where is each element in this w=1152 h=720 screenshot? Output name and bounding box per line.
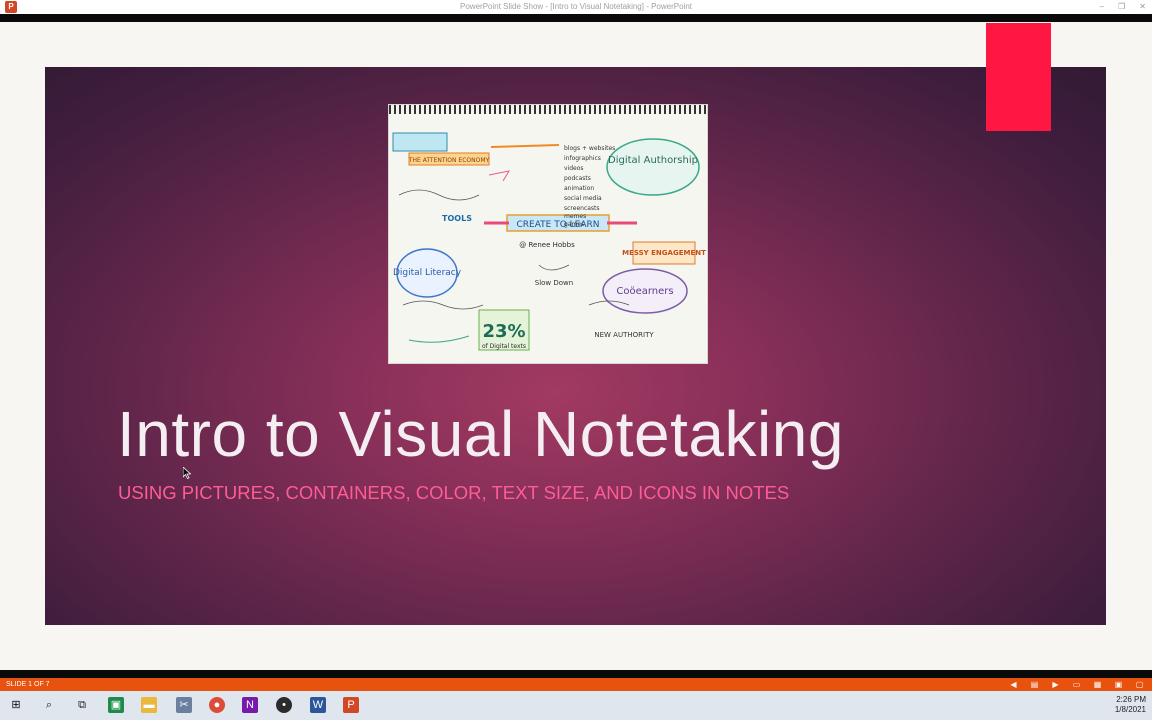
sketch-text-digital-literacy: Digital Literacy (393, 268, 462, 278)
sketch-text-new-authority: NEW AUTHORITY (594, 331, 654, 339)
file-explorer-icon[interactable]: ▬ (141, 697, 157, 713)
window-title: PowerPoint Slide Show - [Intro to Visual… (460, 2, 692, 11)
chrome-icon[interactable]: ● (209, 697, 225, 713)
sketch-list-item: social media (564, 195, 602, 202)
taskbar-clock[interactable]: 2:26 PM 1/8/2021 (1115, 695, 1146, 715)
windows-taskbar: ⊞ ⌕ ⧉ ▣ ▬ ✂ ● N • W P 2:26 PM 1/8/2021 (0, 691, 1152, 720)
window-controls: – ❐ ✕ (1100, 0, 1146, 14)
sketch-text-renee-hobbs: @ Renee Hobbs (519, 241, 575, 249)
task-view-icon[interactable]: ⧉ (74, 697, 90, 713)
sketch-text-colearners: Coöearners (616, 286, 673, 297)
sketch-list-item: animation (564, 185, 594, 192)
slideshow-icon[interactable]: ▢ (1135, 680, 1144, 689)
store-icon[interactable]: ▣ (108, 697, 124, 713)
sketch-text-create-to-learn: CREATE TO LEARN (516, 220, 599, 230)
play-icon[interactable]: ▶ (1051, 680, 1060, 689)
previous-icon[interactable]: ◀ (1009, 680, 1018, 689)
reading-view-icon[interactable]: ▣ (1114, 680, 1123, 689)
slide-indicator: SLIDE 1 OF 7 (6, 681, 50, 688)
sketch-text-23-percent: 23% (482, 321, 525, 342)
normal-view-icon[interactable]: ▭ (1072, 680, 1081, 689)
slide-title: Intro to Visual Notetaking (117, 398, 844, 470)
sketch-list-item: videos (564, 165, 584, 172)
accent-block (986, 23, 1051, 131)
slide-canvas[interactable]: Digital Authorship CREATE TO LEARN Digit… (45, 67, 1106, 625)
word-icon[interactable]: W (310, 697, 326, 713)
sketch-text-digital-authorship: Digital Authorship (608, 155, 698, 166)
search-icon[interactable]: ⌕ (41, 697, 57, 713)
mouse-cursor-icon (183, 467, 191, 479)
slide-subtitle: USING PICTURES, CONTAINERS, COLOR, TEXT … (118, 482, 790, 503)
snip-icon[interactable]: ✂ (176, 697, 192, 713)
start-icon[interactable]: ⊞ (8, 697, 24, 713)
sketch-list-item: podcasts (564, 175, 591, 182)
powerpoint-icon[interactable]: P (343, 697, 359, 713)
top-divider (0, 14, 1152, 22)
restore-button[interactable]: ❐ (1118, 0, 1125, 14)
clock-date: 1/8/2021 (1114, 705, 1146, 714)
bottom-divider (0, 670, 1152, 678)
sketch-list-item: screencasts (564, 205, 600, 212)
window-titlebar: P PowerPoint Slide Show - [Intro to Visu… (0, 0, 1152, 14)
sketch-list-item: memes (564, 213, 586, 220)
presenter-status-bar: SLIDE 1 OF 7 ◀ ▤ ▶ ▭ ▦ ▣ ▢ (0, 678, 1152, 691)
sketch-text-messy-engagement: MESSY ENGAGEMENT (622, 249, 706, 257)
messenger-icon[interactable]: • (276, 697, 292, 713)
sketch-text-digital-texts: of Digital texts (482, 343, 526, 350)
onenote-icon[interactable]: N (242, 697, 258, 713)
close-button[interactable]: ✕ (1139, 0, 1146, 14)
notes-icon[interactable]: ▤ (1030, 680, 1039, 689)
sketch-list-item: infographics (564, 155, 601, 162)
sketch-list-item: games (564, 221, 584, 228)
minimize-button[interactable]: – (1100, 0, 1104, 14)
slide-sorter-icon[interactable]: ▦ (1093, 680, 1102, 689)
sketch-list-item: blogs + websites (564, 145, 615, 152)
sketch-text-tools: TOOLS (442, 214, 472, 223)
clock-time: 2:26 PM (1116, 695, 1146, 704)
sketch-text-slow-down: Slow Down (535, 279, 573, 287)
sketch-text-attention-economy: THE ATTENTION ECONOMY (408, 157, 490, 164)
sketchnote-image: Digital Authorship CREATE TO LEARN Digit… (389, 105, 707, 363)
